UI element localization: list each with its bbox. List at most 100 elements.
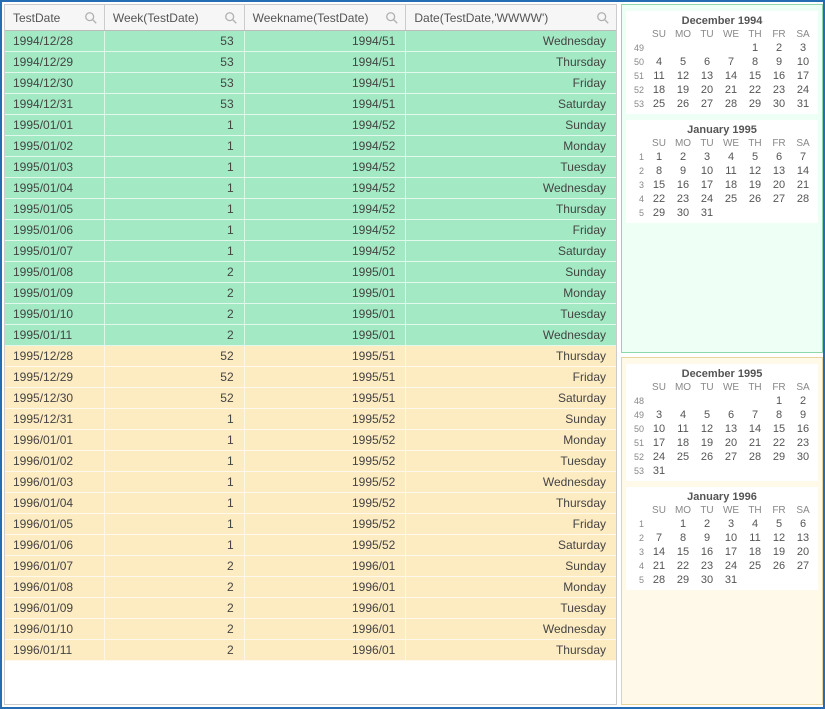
calendar-day[interactable]: 5 xyxy=(672,56,694,68)
calendar-day[interactable]: 31 xyxy=(648,465,670,477)
table-row[interactable]: 1996/01/0311995/52Wednesday xyxy=(5,472,616,493)
calendar-day[interactable]: 7 xyxy=(744,409,766,421)
calendar-day[interactable]: 1 xyxy=(768,395,790,407)
calendar-day[interactable]: 14 xyxy=(648,546,670,558)
calendar-day[interactable]: 16 xyxy=(672,179,694,191)
calendar-day[interactable]: 4 xyxy=(744,518,766,530)
calendar-day[interactable]: 15 xyxy=(744,70,766,82)
table-row[interactable]: 1996/01/0821996/01Monday xyxy=(5,577,616,598)
table-row[interactable]: 1995/01/0211994/52Monday xyxy=(5,136,616,157)
calendar-day[interactable]: 5 xyxy=(696,409,718,421)
calendar-day[interactable]: 27 xyxy=(792,560,814,572)
calendar-day[interactable]: 24 xyxy=(792,84,814,96)
table-row[interactable]: 1995/01/1121995/01Wednesday xyxy=(5,325,616,346)
calendar-day[interactable]: 22 xyxy=(744,84,766,96)
calendar-day[interactable]: 4 xyxy=(672,409,694,421)
calendar-day[interactable]: 11 xyxy=(744,532,766,544)
table-row[interactable]: 1995/01/0611994/52Friday xyxy=(5,220,616,241)
calendar-day[interactable]: 13 xyxy=(792,532,814,544)
calendar-day[interactable]: 28 xyxy=(744,451,766,463)
calendar-day[interactable]: 12 xyxy=(696,423,718,435)
calendar-day[interactable]: 5 xyxy=(744,151,766,163)
table-row[interactable]: 1996/01/0921996/01Tuesday xyxy=(5,598,616,619)
calendar-day[interactable]: 16 xyxy=(768,70,790,82)
table-row[interactable]: 1994/12/29531994/51Thursday xyxy=(5,52,616,73)
calendar-day[interactable]: 1 xyxy=(672,518,694,530)
calendar-day[interactable]: 25 xyxy=(744,560,766,572)
calendar-day[interactable]: 12 xyxy=(744,165,766,177)
table-row[interactable]: 1995/12/30521995/51Saturday xyxy=(5,388,616,409)
table-row[interactable]: 1996/01/1021996/01Wednesday xyxy=(5,619,616,640)
search-icon[interactable] xyxy=(596,11,610,25)
calendar-day[interactable]: 24 xyxy=(648,451,670,463)
calendar-day[interactable]: 1 xyxy=(648,151,670,163)
table-row[interactable]: 1995/01/0821995/01Sunday xyxy=(5,262,616,283)
calendar-day[interactable]: 18 xyxy=(648,84,670,96)
calendar-day[interactable]: 7 xyxy=(720,56,742,68)
table-row[interactable]: 1996/01/1121996/01Thursday xyxy=(5,640,616,661)
calendar-day[interactable]: 24 xyxy=(696,193,718,205)
calendar-day[interactable]: 13 xyxy=(696,70,718,82)
calendar-day[interactable]: 19 xyxy=(768,546,790,558)
table-row[interactable]: 1996/01/0111995/52Monday xyxy=(5,430,616,451)
calendar-day[interactable]: 4 xyxy=(648,56,670,68)
calendar-day[interactable]: 31 xyxy=(696,207,718,219)
calendar-day[interactable]: 20 xyxy=(696,84,718,96)
calendar-day[interactable]: 1 xyxy=(744,42,766,54)
table-row[interactable]: 1996/01/0211995/52Tuesday xyxy=(5,451,616,472)
calendar-day[interactable]: 3 xyxy=(696,151,718,163)
calendar-day[interactable]: 23 xyxy=(672,193,694,205)
calendar-day[interactable]: 23 xyxy=(792,437,814,449)
calendar-day[interactable]: 17 xyxy=(720,546,742,558)
calendar-day[interactable]: 3 xyxy=(720,518,742,530)
calendar-day[interactable]: 9 xyxy=(768,56,790,68)
calendar-day[interactable]: 26 xyxy=(744,193,766,205)
calendar-day[interactable]: 27 xyxy=(720,451,742,463)
table-row[interactable]: 1995/01/1021995/01Tuesday xyxy=(5,304,616,325)
calendar-day[interactable]: 14 xyxy=(792,165,814,177)
calendar-day[interactable]: 7 xyxy=(648,532,670,544)
calendar-day[interactable]: 7 xyxy=(792,151,814,163)
table-row[interactable]: 1995/01/0711994/52Saturday xyxy=(5,241,616,262)
calendar-day[interactable]: 15 xyxy=(672,546,694,558)
table-row[interactable]: 1995/01/0111994/52Sunday xyxy=(5,115,616,136)
calendar-day[interactable]: 27 xyxy=(768,193,790,205)
calendar-day[interactable]: 26 xyxy=(768,560,790,572)
search-icon[interactable] xyxy=(224,11,238,25)
calendar-day[interactable]: 8 xyxy=(768,409,790,421)
calendar-day[interactable]: 20 xyxy=(768,179,790,191)
calendar-day[interactable]: 9 xyxy=(672,165,694,177)
calendar-day[interactable]: 2 xyxy=(792,395,814,407)
calendar-day[interactable]: 16 xyxy=(792,423,814,435)
calendar-day[interactable]: 28 xyxy=(720,98,742,110)
table-row[interactable]: 1995/01/0311994/52Tuesday xyxy=(5,157,616,178)
calendar-day[interactable]: 10 xyxy=(696,165,718,177)
calendar-day[interactable]: 20 xyxy=(720,437,742,449)
calendar-day[interactable]: 9 xyxy=(792,409,814,421)
table-row[interactable]: 1996/01/0511995/52Friday xyxy=(5,514,616,535)
table-row[interactable]: 1995/12/28521995/51Thursday xyxy=(5,346,616,367)
calendar-day[interactable]: 11 xyxy=(648,70,670,82)
calendar-day[interactable]: 10 xyxy=(792,56,814,68)
calendar-day[interactable]: 29 xyxy=(744,98,766,110)
table-row[interactable]: 1996/01/0721996/01Sunday xyxy=(5,556,616,577)
calendar-day[interactable]: 6 xyxy=(720,409,742,421)
calendar-day[interactable]: 28 xyxy=(792,193,814,205)
calendar-day[interactable]: 2 xyxy=(672,151,694,163)
calendar-day[interactable]: 30 xyxy=(696,574,718,586)
calendar-day[interactable]: 25 xyxy=(672,451,694,463)
calendar-day[interactable]: 11 xyxy=(720,165,742,177)
calendar-day[interactable]: 19 xyxy=(672,84,694,96)
calendar-day[interactable]: 22 xyxy=(672,560,694,572)
calendar-day[interactable]: 12 xyxy=(672,70,694,82)
calendar-day[interactable]: 11 xyxy=(672,423,694,435)
calendar-day[interactable]: 20 xyxy=(792,546,814,558)
table-row[interactable]: 1995/12/3111995/52Sunday xyxy=(5,409,616,430)
calendar-day[interactable]: 18 xyxy=(720,179,742,191)
calendar-day[interactable]: 6 xyxy=(792,518,814,530)
calendar-day[interactable]: 22 xyxy=(648,193,670,205)
calendar-day[interactable]: 29 xyxy=(672,574,694,586)
calendar-day[interactable]: 10 xyxy=(648,423,670,435)
table-row[interactable]: 1995/01/0511994/52Thursday xyxy=(5,199,616,220)
col-header-testdate[interactable]: TestDate xyxy=(5,5,105,30)
